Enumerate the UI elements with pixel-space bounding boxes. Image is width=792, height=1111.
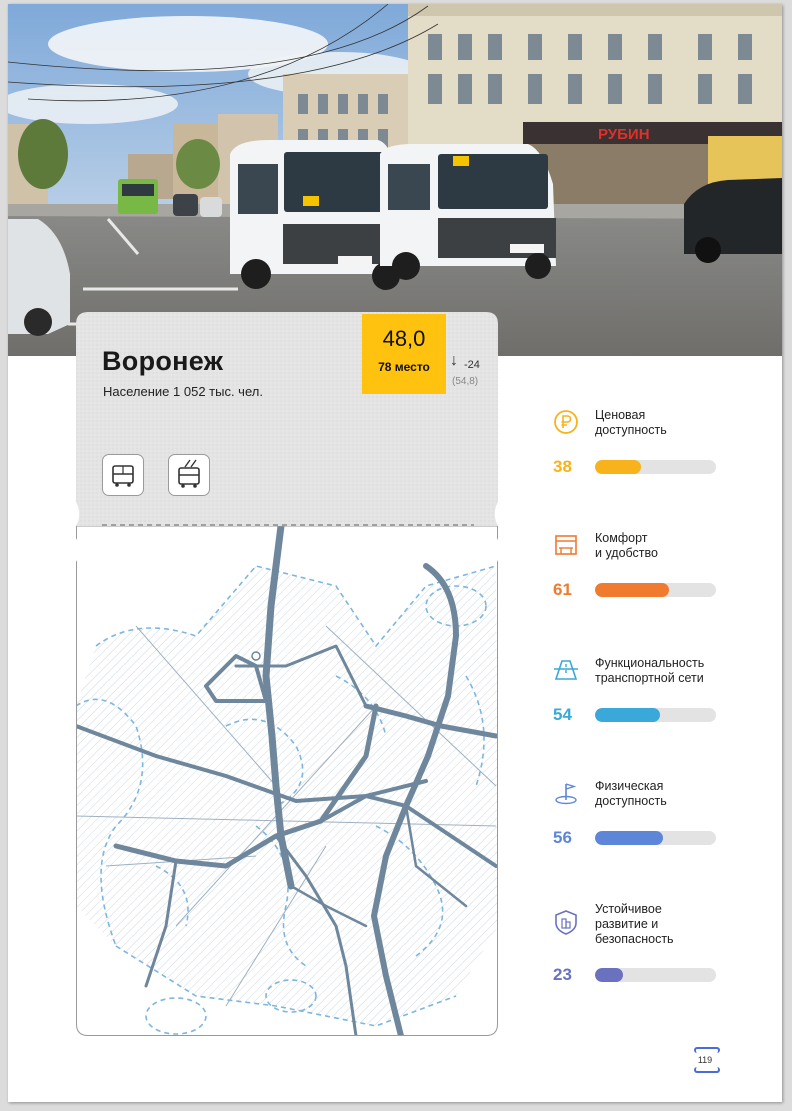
metric-bar-fill [595, 968, 623, 982]
previous-score: (54,8) [452, 376, 479, 387]
location-flag-icon [555, 783, 577, 805]
metric-bar-fill [595, 460, 641, 474]
road-network-icon [554, 660, 578, 680]
metric-label: Комфорт и удобство [595, 531, 658, 560]
bus-icon [102, 454, 144, 496]
metric-price-availability: Ценовая доступность 38 [553, 408, 753, 489]
metric-value: 56 [553, 828, 572, 847]
metric-comfort: Комфорт и удобство 61 [553, 531, 753, 612]
population-text: Население 1 052 тыс. чел. [103, 384, 263, 399]
metric-label: Ценовая доступность [595, 408, 667, 437]
metric-bar [595, 968, 716, 982]
shield-city-icon [555, 910, 577, 935]
overall-score: 48,0 [382, 326, 426, 351]
metric-value: 61 [553, 580, 572, 599]
metric-value: 23 [553, 965, 572, 984]
metric-value: 54 [553, 705, 572, 724]
metric-bar [595, 583, 716, 597]
trolleybus-icon [168, 454, 210, 496]
metric-label: Функциональность транспортной сети [595, 656, 705, 685]
transit-network-map [76, 526, 498, 1036]
shop-sign-text: РУБИН [598, 126, 650, 143]
bus-stop-icon [555, 535, 577, 555]
report-page: РУБИН Воронеж Население 1 052 тыс. чел. … [8, 4, 782, 1102]
arrow-down-icon: ↓ [450, 352, 458, 369]
metric-bar-fill [595, 708, 661, 722]
metric-physical-accessibility: Физическая доступность 56 [553, 779, 753, 860]
score-badge: 48,0 78 место [362, 314, 446, 394]
city-street-photo: РУБИН [8, 4, 782, 356]
metric-label: Устойчивое развитие и безопасность [595, 902, 674, 946]
city-name: Воронеж [102, 346, 224, 376]
ruble-coin-icon [554, 410, 578, 434]
page-number: 119 [694, 1047, 720, 1073]
metric-bar-fill [595, 583, 669, 597]
metric-bar [595, 460, 716, 474]
rank-label: 78 место [378, 360, 430, 374]
city-summary-card: Воронеж Население 1 052 тыс. чел. 48,0 7… [76, 312, 498, 526]
delta-value: -24 [464, 359, 480, 371]
metric-sustainability-safety: Устойчивое развитие и безопасность 23 [553, 902, 753, 984]
metric-bar-fill [595, 831, 663, 845]
metric-value: 38 [553, 457, 572, 476]
metric-network-functionality: Функциональность транспортной сети 54 [553, 656, 753, 737]
metric-bar [595, 708, 716, 722]
metric-label: Физическая доступность [595, 779, 667, 808]
metric-bar [595, 831, 716, 845]
